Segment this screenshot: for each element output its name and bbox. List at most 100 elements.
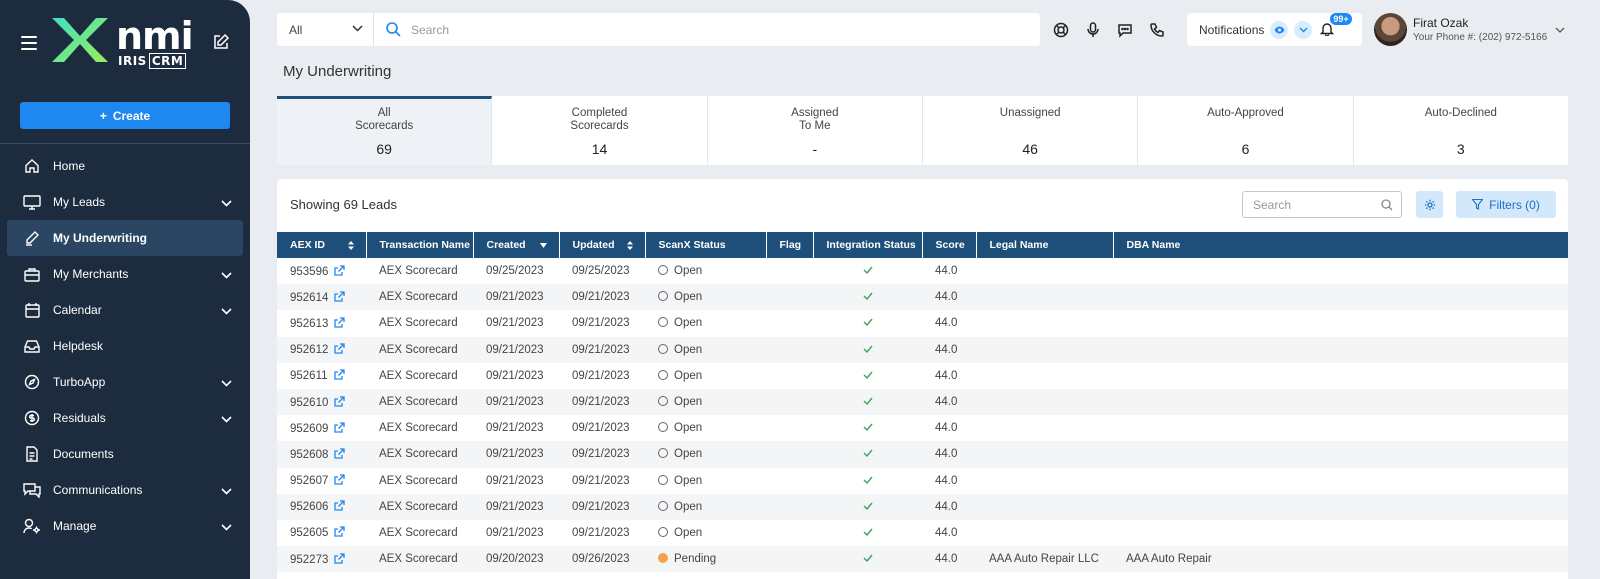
aex-id-link[interactable]: 952610 [290, 397, 328, 409]
external-link-icon[interactable] [334, 343, 346, 354]
stat-card-auto-declined[interactable]: Auto-Declined 3 [1354, 96, 1568, 165]
table-search-input[interactable]: Search [1242, 191, 1402, 218]
cell-flag [766, 310, 813, 336]
cell-created: 09/21/2023 [486, 526, 544, 539]
chevron-down-icon[interactable] [221, 268, 232, 282]
column-header-score[interactable]: Score [922, 232, 977, 258]
logo[interactable]: nmi IRIS CRM [50, 14, 200, 72]
aex-id-link[interactable]: 952609 [290, 423, 328, 435]
external-link-icon[interactable] [334, 422, 346, 433]
column-header-dba-name[interactable]: DBA Name [1113, 232, 1568, 258]
chevron-down-icon[interactable] [221, 484, 232, 498]
table-row[interactable]: 952613 AEX Scorecard 09/21/2023 09/21/2023 O… [277, 310, 1568, 336]
eye-icon[interactable] [1270, 20, 1289, 39]
column-header-transaction-name[interactable]: Transaction Name [366, 232, 474, 258]
chevron-down-icon[interactable] [221, 304, 232, 318]
external-link-icon[interactable] [334, 395, 346, 407]
table-row[interactable]: 953596 AEX Scorecard 09/25/2023 09/25/2023 O… [277, 258, 1568, 284]
external-link-icon[interactable] [334, 553, 346, 564]
search-input[interactable]: Search [374, 22, 1040, 37]
column-header-legal-name[interactable]: Legal Name [976, 232, 1114, 258]
column-header-updated[interactable]: Updated [559, 232, 646, 258]
sidebar-item-my-leads[interactable]: My Leads [0, 184, 250, 220]
table-row[interactable]: 952609 AEX Scorecard 09/21/2023 09/21/2023 O… [277, 415, 1568, 441]
menu-icon[interactable] [21, 36, 37, 50]
cell-aex-id: 952605 [277, 520, 366, 546]
aex-id-link[interactable]: 952614 [290, 292, 328, 304]
search-scope-select[interactable]: All [277, 13, 374, 46]
filters-button[interactable]: Filters (0) [1456, 191, 1556, 218]
aex-id-link[interactable]: 952605 [290, 527, 328, 539]
aex-id-link[interactable]: 952608 [290, 449, 328, 461]
sidebar-item-home[interactable]: Home [0, 148, 250, 184]
cell-dba-name [1113, 363, 1568, 389]
create-button[interactable]: + Create [20, 102, 230, 129]
table-row[interactable]: 952273 AEX Scorecard 09/20/2023 09/26/2023 P… [277, 546, 1568, 573]
table-row[interactable]: 952611 AEX Scorecard 09/21/2023 09/21/2023 O… [277, 363, 1568, 389]
external-link-icon[interactable] [334, 291, 346, 302]
phone-icon[interactable] [1148, 21, 1166, 39]
external-link-icon[interactable] [334, 264, 346, 276]
sidebar-item-documents[interactable]: Documents [0, 436, 250, 472]
sidebar-item-calendar[interactable]: Calendar [0, 292, 250, 328]
aex-id-link[interactable]: 953596 [290, 266, 328, 278]
bell-icon[interactable]: 99+ [1320, 12, 1352, 39]
column-label: DBA Name [1126, 239, 1181, 251]
external-link-icon[interactable] [334, 526, 346, 538]
chevron-down-icon[interactable] [221, 412, 232, 426]
inbox-icon [22, 336, 42, 356]
sidebar-divider [0, 143, 250, 144]
nmi-logo-mark-icon [52, 18, 108, 62]
external-link-icon[interactable] [334, 317, 346, 328]
column-header-aex-id[interactable]: AEX ID [277, 232, 367, 258]
cell-aex-id: 952609 [277, 415, 366, 441]
aex-id-link[interactable]: 952607 [290, 475, 328, 487]
external-link-icon[interactable] [333, 369, 345, 380]
stat-card-assigned-to-me[interactable]: Assigned To Me - [708, 96, 923, 165]
chevron-down-icon[interactable] [221, 196, 232, 210]
sidebar-item-turboapp[interactable]: TurboApp [0, 364, 250, 400]
notifications-panel[interactable]: Notifications 99+ [1187, 12, 1362, 46]
table-row[interactable]: 952608 AEX Scorecard 09/21/2023 09/21/2023 O… [277, 441, 1568, 468]
table-row[interactable]: 952612 AEX Scorecard 09/21/2023 09/21/2023 O… [277, 336, 1568, 363]
aex-id-link[interactable]: 952273 [290, 554, 328, 566]
check-icon [863, 476, 873, 484]
stat-card-completed-scorecards[interactable]: Completed Scorecards 14 [492, 96, 708, 165]
table-settings-button[interactable] [1416, 191, 1443, 218]
sidebar-item-my-underwriting[interactable]: My Underwriting [7, 220, 243, 256]
sidebar-item-helpdesk[interactable]: Helpdesk [0, 328, 250, 364]
table-row[interactable]: 952606 AEX Scorecard 09/21/2023 09/21/2023 O… [277, 493, 1568, 520]
chevron-down-icon[interactable] [1294, 20, 1313, 39]
sidebar-item-my-merchants[interactable]: My Merchants [0, 256, 250, 292]
support-icon[interactable] [1052, 21, 1070, 39]
table-row[interactable]: 952610 AEX Scorecard 09/21/2023 09/21/2023 O… [277, 388, 1568, 416]
sidebar-item-residuals[interactable]: Residuals [0, 400, 250, 436]
chevron-down-icon[interactable] [221, 376, 232, 390]
chat-icon [22, 480, 42, 500]
column-header-flag[interactable]: Flag [766, 232, 814, 258]
aex-id-link[interactable]: 952606 [290, 501, 328, 513]
user-menu[interactable]: Firat Ozak Your Phone #: (202) 972-5166 [1374, 13, 1565, 46]
chat-icon[interactable] [1116, 21, 1134, 39]
sidebar-item-communications[interactable]: Communications [0, 472, 250, 508]
sidebar-item-manage[interactable]: Manage [0, 508, 250, 544]
microphone-icon[interactable] [1084, 21, 1102, 39]
external-link-icon[interactable] [334, 500, 346, 511]
external-link-icon[interactable] [334, 474, 346, 485]
column-header-scanx-status[interactable]: ScanX Status [645, 232, 767, 258]
table-row[interactable]: 952605 AEX Scorecard 09/21/2023 09/21/2023 O… [277, 520, 1568, 546]
edit-icon[interactable] [212, 33, 230, 51]
stat-card-auto-approved[interactable]: Auto-Approved 6 [1138, 96, 1354, 165]
aex-id-link[interactable]: 952611 [290, 370, 328, 382]
stat-card-unassigned[interactable]: Unassigned 46 [923, 96, 1139, 165]
column-header-integration-status[interactable]: Integration Status [813, 232, 923, 258]
chevron-down-icon[interactable] [221, 520, 232, 534]
table-row[interactable]: 952607 AEX Scorecard 09/21/2023 09/21/2023 O… [277, 468, 1568, 494]
table-row[interactable]: 952614 AEX Scorecard 09/21/2023 09/21/2023 O… [277, 284, 1568, 311]
aex-id-link[interactable]: 952613 [290, 318, 328, 330]
aex-id-link[interactable]: 952612 [290, 344, 328, 356]
external-link-icon[interactable] [334, 448, 346, 459]
column-header-created[interactable]: Created [473, 232, 560, 258]
stat-label: Auto-Approved [1207, 107, 1284, 119]
stat-card-all-scorecards[interactable]: All Scorecards 69 [277, 96, 493, 165]
